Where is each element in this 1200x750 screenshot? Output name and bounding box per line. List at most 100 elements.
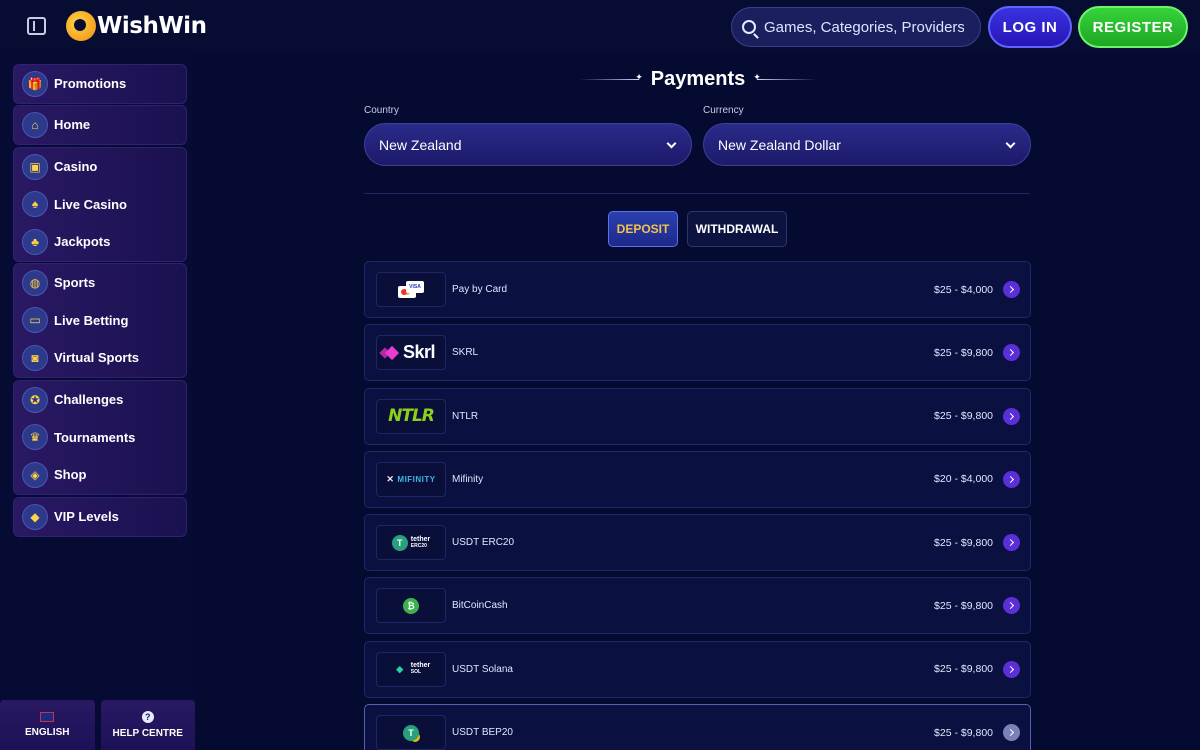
payment-logo: VISA: [376, 272, 446, 307]
sidebar-item-label: Tournaments: [54, 429, 136, 445]
country-select[interactable]: New Zealand: [364, 123, 692, 166]
skrl-mark-icon: [384, 345, 400, 360]
nz-flag-icon: [40, 712, 55, 722]
chevron-right-icon[interactable]: [1003, 470, 1020, 488]
tab-deposit[interactable]: DEPOSIT: [608, 211, 678, 247]
sidebar-item-shop[interactable]: ◈ Shop: [14, 456, 186, 494]
site-logo[interactable]: WishWin: [66, 10, 207, 42]
search-input[interactable]: [764, 18, 964, 36]
payment-method-row[interactable]: Ttether ERC20 USDT ERC20 $25 - $9,800: [364, 514, 1031, 572]
payment-method-row[interactable]: ₿ BitCoinCash $25 - $9,800: [364, 577, 1031, 635]
page-title: Payments: [650, 67, 746, 90]
sidebar-footer: ENGLISH ? HELP CENTRE: [0, 700, 195, 750]
payment-method-limits: $25 - $4,000: [934, 283, 993, 296]
sidebar-group: ▣ Casino ♠ Live Casino ♣ Jackpots: [13, 147, 187, 262]
sidebar-item-label: VIP Levels: [54, 509, 119, 525]
search-box[interactable]: [731, 7, 981, 47]
sidebar-item-home[interactable]: ⌂ Home: [14, 106, 186, 144]
tether-logo-text: tether ERC20: [411, 536, 430, 550]
sidebar-item-label: Casino: [54, 159, 98, 175]
diamond-icon: ◆: [22, 503, 48, 530]
payment-method-name: Pay by Card: [452, 284, 508, 295]
sidebar-item-virtual-sports[interactable]: ◙ Virtual Sports: [14, 339, 186, 377]
chevron-right-icon[interactable]: [1003, 344, 1020, 362]
login-button[interactable]: LOG IN: [988, 6, 1072, 48]
sidebar: 🎁 Promotions ⌂ Home ▣ Casino ♠ Live Casino ♣ Jack…: [0, 53, 195, 750]
payment-method-limits: $25 - $9,800: [934, 663, 993, 676]
tether-brand-text: tether: [410, 662, 431, 670]
sidebar-item-live-betting[interactable]: ▭ Live Betting: [14, 302, 186, 340]
gift-icon: 🎁: [22, 70, 48, 97]
sidebar-group: ✪ Challenges ♛ Tournaments ◈ Shop: [13, 380, 187, 495]
payment-logo: T: [376, 715, 446, 750]
sidebar-item-jackpots[interactable]: ♣ Jackpots: [14, 223, 186, 261]
tab-withdrawal[interactable]: WITHDRAWAL: [687, 211, 787, 247]
logo-mark-icon: [66, 11, 96, 41]
chevron-right-icon[interactable]: [1003, 534, 1020, 552]
slot-machine-icon: ▣: [22, 153, 48, 180]
title-decoration-left: [578, 72, 643, 83]
sidebar-group: ⌂ Home: [13, 105, 187, 145]
tether-logo: ◆ tether SOL: [392, 661, 430, 677]
payment-method-name: BitCoinCash: [452, 600, 508, 612]
tether-brand-text: tether: [410, 535, 431, 543]
sidebar-group: ◆ VIP Levels: [13, 497, 187, 537]
payment-logo: Ttether ERC20: [376, 525, 446, 561]
payment-method-row[interactable]: ◆ tether SOL USDT Solana $25 - $9,800: [364, 640, 1031, 698]
payment-method-name: SKRL: [452, 347, 479, 359]
sidebar-item-promotions[interactable]: 🎁 Promotions: [14, 65, 186, 103]
payment-method-row[interactable]: VISA Pay by Card $25 - $4,000: [364, 261, 1031, 318]
tether-network-text: SOL: [410, 669, 422, 676]
payment-method-limits: $25 - $9,800: [934, 346, 993, 359]
mifinity-logo: MIFINITY: [386, 474, 435, 485]
sidebar-item-challenges[interactable]: ✪ Challenges: [14, 381, 186, 419]
chevron-right-icon[interactable]: [1003, 281, 1020, 298]
language-button[interactable]: ENGLISH: [0, 700, 95, 750]
clover-icon: ♣: [22, 228, 48, 255]
medal-icon: ✪: [22, 386, 48, 413]
chevron-down-icon: [666, 138, 677, 149]
country-label: Country: [364, 105, 400, 116]
payment-method-limits: $25 - $9,800: [934, 599, 993, 612]
sidebar-item-casino[interactable]: ▣ Casino: [14, 148, 186, 186]
payment-method-row[interactable]: T USDT BEP20 $25 - $9,800: [364, 704, 1031, 750]
sidebar-group: 🎁 Promotions: [13, 64, 187, 104]
sidebar-item-label: Challenges: [54, 392, 124, 408]
payment-method-row[interactable]: Skrl SKRL $25 - $9,800: [364, 324, 1031, 382]
skrl-logo: Skrl: [384, 342, 436, 363]
sidebar-item-live-casino[interactable]: ♠ Live Casino: [14, 186, 186, 224]
tether-bep20-icon: T: [403, 724, 419, 741]
tether-coin-icon: T: [391, 534, 408, 551]
sidebar-item-vip-levels[interactable]: ◆ VIP Levels: [14, 498, 186, 536]
chevron-right-icon[interactable]: [1003, 724, 1020, 742]
chevron-right-icon[interactable]: [1003, 407, 1020, 425]
payment-logo: NTLR: [376, 398, 446, 434]
payment-method-name: NTLR: [452, 410, 479, 422]
currency-label: Currency: [703, 105, 744, 116]
sidebar-item-label: Shop: [54, 467, 87, 483]
chevron-right-icon[interactable]: [1003, 597, 1020, 615]
logo-text: WishWin: [97, 13, 207, 39]
register-button[interactable]: REGISTER: [1078, 6, 1188, 48]
section-divider: [364, 193, 1030, 194]
payment-method-name: Mifinity: [452, 473, 484, 485]
payment-method-row[interactable]: MIFINITY Mifinity $20 - $4,000: [364, 450, 1031, 508]
sidebar-item-sports[interactable]: ◍ Sports: [14, 264, 186, 302]
chevron-right-icon[interactable]: [1003, 660, 1020, 678]
sidebar-item-label: Live Betting: [54, 312, 129, 328]
sidebar-item-tournaments[interactable]: ♛ Tournaments: [14, 419, 186, 457]
search-icon: [742, 20, 756, 34]
help-centre-button[interactable]: ? HELP CENTRE: [100, 700, 195, 750]
payment-method-limits: $20 - $4,000: [934, 473, 993, 486]
main-content: Payments Country New Zealand Currency Ne…: [195, 53, 1200, 750]
payment-method-limits: $25 - $9,800: [934, 410, 993, 423]
title-decoration-right: [753, 72, 818, 83]
payment-method-row[interactable]: NTLR NTLR $25 - $9,800: [364, 387, 1031, 445]
skrl-logo-text: Skrl: [402, 342, 436, 363]
help-centre-label: HELP CENTRE: [112, 728, 183, 739]
currency-value: New Zealand Dollar: [718, 136, 841, 153]
currency-select[interactable]: New Zealand Dollar: [703, 123, 1031, 166]
live-tv-icon: ▭: [22, 307, 48, 334]
tether-logo: Ttether ERC20: [391, 534, 430, 551]
sidebar-toggle-icon[interactable]: [27, 17, 46, 35]
